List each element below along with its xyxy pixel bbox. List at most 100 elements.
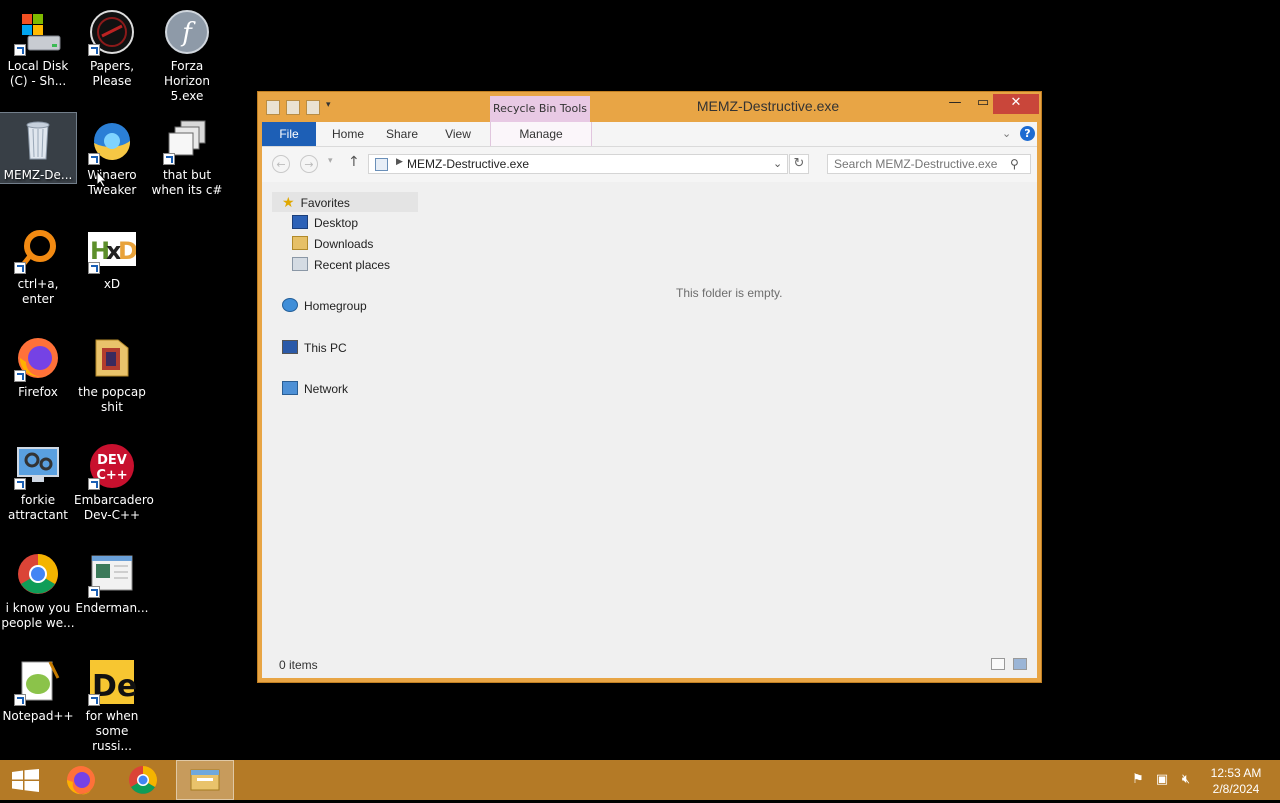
taskbar-file-explorer[interactable] [176,760,234,800]
navigation-bar: ← → ▾ ↑ ▶ MEMZ-Destructive.exe ⌄ ↻ ⚲ [262,147,1037,182]
nav-label: Homegroup [304,299,367,313]
desktop-icon-label: Winaero Tweaker [87,168,137,197]
desktop-icon-chrome[interactable]: i know you people we... [0,546,76,646]
desktop-icon-local-disk[interactable]: Local Disk (C) - Sh... [0,4,76,104]
details-view-button[interactable] [991,658,1005,670]
expand-ribbon-icon[interactable]: ⌄ [1002,127,1011,140]
desktop-icon-that-but-csharp[interactable]: that but when its c# [149,113,225,213]
shortcut-arrow-icon [14,478,26,490]
start-button[interactable] [0,760,58,800]
taskbar: ⚑ ▣ 🔇︎ 12:53 AM 2/8/2024 [0,760,1280,800]
desktop-icon-de[interactable]: De for when some russi... [74,654,150,754]
desktop-icon-label: Enderman... [75,601,149,615]
desktop-icon-recycle-bin[interactable]: MEMZ-De... [0,112,77,184]
svg-text:C++: C++ [96,468,127,483]
desktop-icon-forkie-attractant[interactable]: forkie attractant [0,438,76,538]
hxd-icon: HxD [88,226,138,274]
nav-label: Desktop [314,216,359,230]
properties-icon[interactable] [286,100,300,115]
nav-homegroup[interactable]: Homegroup [282,296,367,316]
desktop-icon-xd[interactable]: HxD xD [74,222,150,322]
desktop-icon-firefox[interactable]: Firefox [0,330,76,430]
ring-icon [14,226,62,274]
tab-view[interactable]: View [434,122,482,146]
search-box[interactable]: ⚲ [827,154,1031,174]
breadcrumb-separator-icon[interactable]: ▶ [396,157,403,167]
explorer-window: ▾ Recycle Bin Tools MEMZ-Destructive.exe… [257,91,1042,683]
recent-places-icon [292,257,308,271]
desktop-icon-ctrl-a-enter[interactable]: ctrl+a, enter [0,222,76,322]
desktop-icon-enderman[interactable]: Enderman... [74,546,150,646]
tab-manage[interactable]: Manage [490,122,592,146]
nav-this-pc[interactable]: This PC [282,338,347,358]
notepadpp-icon [14,658,62,706]
desktop-icon-label: Local Disk (C) - Sh... [7,59,69,88]
desktop-icon-label: Notepad++ [2,709,74,723]
address-bar[interactable]: ▶ MEMZ-Destructive.exe ⌄ [368,154,788,174]
nav-downloads[interactable]: Downloads [292,234,373,254]
desktop-icon-label: MEMZ-De... [3,168,73,182]
desktop-icon-forza[interactable]: f Forza Horizon 5.exe [149,4,225,104]
desktop-icon-papers-please[interactable]: Papers, Please [74,4,150,104]
ribbon-tabs: File Home Share View Manage ⌄ ? [262,122,1037,147]
shortcut-arrow-icon [163,153,175,165]
desktop-icon-devcpp[interactable]: DEV C++ Embarcadero Dev-C++ [74,438,154,538]
desktop-icon-label: ctrl+a, enter [17,277,59,306]
address-dropdown-icon[interactable]: ⌄ [773,157,782,170]
desktop-icon-winaero-tweaker[interactable]: Winaero Tweaker [74,113,150,213]
refresh-button[interactable]: ↻ [789,154,809,174]
address-path[interactable]: MEMZ-Destructive.exe [407,157,529,171]
shortcut-arrow-icon [88,262,100,274]
large-icons-view-button[interactable] [1013,658,1027,670]
nav-label: Network [304,382,349,396]
nav-label: This PC [304,341,347,355]
svg-text:D: D [118,237,136,265]
close-button[interactable]: ✕ [993,94,1039,114]
action-center-flag-icon[interactable]: ⚑ [1130,773,1146,787]
volume-muted-icon[interactable]: 🔇︎ [1178,773,1194,787]
empty-folder-message: This folder is empty. [676,286,783,300]
chrome-icon [14,550,62,598]
window-menu-icon[interactable] [266,100,280,115]
desktop-icon-popcap[interactable]: the popcap shit [74,330,150,430]
nav-label: Favorites [300,196,350,210]
winaero-icon [88,117,136,165]
up-button[interactable]: ↑ [348,154,360,170]
nav-network[interactable]: Network [282,379,348,399]
title-bar[interactable]: ▾ Recycle Bin Tools MEMZ-Destructive.exe… [258,92,1041,122]
desktop-icon-notepadpp[interactable]: Notepad++ [0,654,76,754]
search-icon[interactable]: ⚲ [1010,157,1019,171]
clock-date: 2/8/2024 [1212,782,1260,796]
qat-dropdown-icon[interactable]: ▾ [326,100,338,113]
back-button[interactable]: ← [272,155,290,173]
network-tray-icon[interactable]: ▣ [1154,773,1170,787]
nav-recent-places[interactable]: Recent places [292,255,390,275]
tab-file[interactable]: File [262,122,316,146]
forward-button[interactable]: → [300,155,318,173]
search-input[interactable] [834,157,1004,171]
recent-locations-icon[interactable]: ▾ [328,156,333,166]
folder-icon [88,334,136,382]
nav-desktop[interactable]: Desktop [292,213,358,233]
desktop-icon-label: xD [103,277,121,291]
system-clock[interactable]: 12:53 AM 2/8/2024 [1200,765,1272,797]
devcpp-icon: DEV C++ [88,442,136,490]
help-icon[interactable]: ? [1020,126,1035,141]
tab-share[interactable]: Share [378,122,426,146]
maximize-button[interactable]: ▭ [972,94,994,114]
taskbar-firefox[interactable] [52,760,110,800]
desktop-icon [292,215,308,229]
nav-label: Recent places [314,258,391,272]
shortcut-arrow-icon [88,478,100,490]
tab-home[interactable]: Home [324,122,372,146]
taskbar-chrome[interactable] [114,760,172,800]
new-folder-icon[interactable] [306,100,320,115]
mouse-cursor-icon [96,169,108,191]
desktop-icon-label: forkie attractant [7,493,69,522]
shortcut-arrow-icon [14,262,26,274]
nav-favorites[interactable]: ★ Favorites [272,192,418,212]
status-bar: 0 items [262,652,1037,678]
desktop-icon-label: Firefox [18,385,58,399]
minimize-button[interactable]: — [944,94,966,114]
shortcut-arrow-icon [14,370,26,382]
